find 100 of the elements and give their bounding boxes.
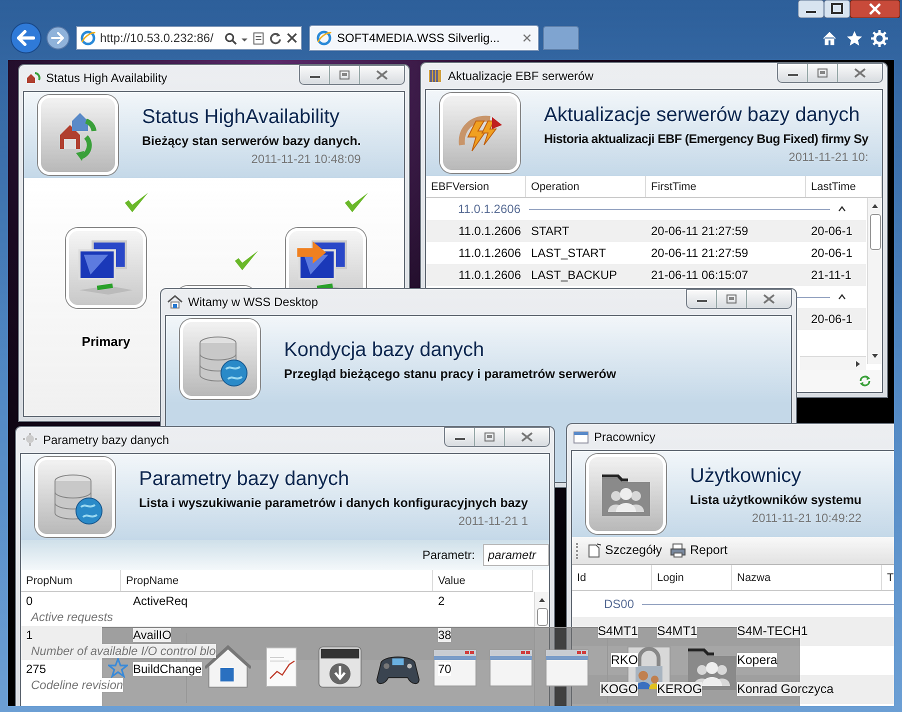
toolbar-button[interactable]: Szczegóły	[587, 541, 662, 560]
chevron-icon[interactable]	[838, 205, 846, 213]
table-cell: 0	[26, 594, 33, 608]
scrollbar[interactable]	[800, 356, 866, 370]
column-header[interactable]: FirstTime	[646, 176, 806, 197]
table-cell: 11.0.1.2606	[458, 224, 521, 238]
back-button[interactable]	[10, 22, 42, 54]
favorites-icon[interactable]	[846, 30, 863, 47]
scroll-thumb[interactable]	[870, 214, 880, 250]
node-label: Primary	[82, 333, 130, 351]
restore-button[interactable]	[824, 0, 850, 18]
download-box-icon[interactable]	[317, 644, 363, 690]
settings-icon[interactable]	[871, 30, 888, 47]
scroll-up-icon[interactable]	[871, 202, 879, 210]
refresh-icon[interactable]	[269, 32, 282, 44]
column-header[interactable]: Operation	[526, 176, 646, 197]
header-subtitle: Lista użytkowników systemu	[690, 492, 862, 509]
document-icon	[587, 543, 601, 558]
table-cell: 11.0.1.2606	[458, 246, 521, 260]
scroll-thumb[interactable]	[536, 608, 548, 626]
tab-title: SOFT4MEDIA.WSS Silverlig...	[337, 30, 500, 47]
header-title: Kondycja bazy danych	[284, 338, 486, 363]
column-header[interactable]: Id	[572, 565, 652, 590]
column-header[interactable]: PropNum	[21, 570, 121, 591]
column-header[interactable]: LastTime	[806, 176, 882, 197]
column-header[interactable]: EBFVersion	[426, 176, 526, 197]
minimize-button[interactable]	[798, 0, 824, 18]
table-cell: S4MT1	[598, 624, 638, 638]
window-title: Aktualizacje EBF serwerów	[448, 68, 594, 85]
window-title: Witamy w WSS Desktop	[188, 294, 318, 311]
header-timestamp: 2011-11-21 10:48:09	[251, 151, 361, 168]
table-cell: S4M-TECH1	[737, 624, 808, 638]
table-cell: KEROG	[657, 682, 702, 696]
table-cell: 20-06-1	[811, 312, 852, 326]
window-title: Pracownicy	[594, 429, 656, 446]
column-header[interactable]: PropName	[121, 570, 433, 591]
table-cell: 20-06-1	[811, 246, 852, 260]
header-title: Parametry bazy danych	[139, 467, 350, 492]
table-cell: 11.0.1.2606	[458, 268, 521, 282]
column-header[interactable]: T	[882, 565, 894, 590]
toolbar-button[interactable]: Report	[670, 541, 728, 560]
column-header[interactable]: Login	[652, 565, 732, 590]
header-title: Status HighAvailability	[142, 105, 341, 130]
table-cell: KOGO	[600, 682, 638, 696]
close-icon	[376, 70, 388, 80]
refresh-icon[interactable]	[858, 374, 872, 388]
header-subtitle: Przegląd bieżącego stanu pracy i parametrów serwerów	[284, 366, 616, 383]
close-button[interactable]	[850, 0, 900, 18]
stop-icon[interactable]	[286, 32, 298, 44]
table-cell: 38	[438, 628, 452, 642]
maximize-icon	[817, 68, 828, 78]
scroll-down-icon[interactable]	[871, 352, 879, 360]
scroll-up-icon[interactable]	[538, 596, 546, 604]
close-icon	[763, 294, 775, 304]
maximize-icon	[339, 70, 350, 80]
table-cell: 2	[438, 594, 445, 608]
filter-field[interactable]: parametr	[483, 544, 549, 566]
scroll-right-icon[interactable]	[854, 360, 862, 368]
search-icon[interactable]	[224, 32, 237, 44]
chevron-icon[interactable]	[838, 293, 846, 301]
forward-button[interactable]	[46, 26, 70, 50]
table-cell: BuildChange	[133, 662, 202, 676]
browser-logo-icon	[316, 30, 332, 46]
table-cell: ActiveReq	[133, 594, 188, 608]
window-title: Status High Availability	[46, 70, 168, 87]
header-subtitle: Historia aktualizacji EBF (Emergency Bug Fixed) firmy Sy	[544, 131, 868, 148]
table-cell: 20-06-1	[811, 224, 852, 238]
page-icon[interactable]	[252, 32, 265, 44]
home-icon[interactable]	[821, 30, 838, 47]
table-cell: S4MT1	[657, 624, 698, 638]
table-cell: 275	[26, 662, 46, 676]
browser-logo-icon	[80, 30, 96, 46]
table-cell: START	[531, 224, 570, 238]
row-description: Number of available I/O control blo	[31, 644, 216, 658]
row-description: Codeline revision	[31, 678, 124, 692]
scrollbar[interactable]	[867, 198, 882, 364]
table-cell: LAST_BACKUP	[531, 268, 618, 282]
printer-icon	[670, 543, 686, 558]
table-cell: 1	[26, 628, 33, 642]
table-cell: AvailIO	[133, 628, 172, 642]
table-cell: 21-06-11 06:15:07	[651, 268, 748, 282]
maximize-icon	[726, 294, 737, 304]
address-bar[interactable]: http://10.53.0.232:86/	[76, 26, 302, 50]
close-icon	[521, 432, 533, 442]
scrollbar[interactable]	[534, 592, 549, 706]
header-timestamp: 2011-11-21 10:	[788, 149, 868, 166]
column-header[interactable]: Value	[433, 570, 533, 591]
star-logo-icon[interactable]	[108, 658, 128, 678]
table-cell: 70	[438, 662, 452, 676]
browser-tab[interactable]: SOFT4MEDIA.WSS Silverlig...	[309, 25, 539, 51]
table-cell: Kopera	[737, 653, 778, 668]
header-subtitle: Bieżący stan serwerów bazy danych.	[142, 133, 361, 150]
table-cell: Konrad Gorczyca	[737, 682, 834, 696]
table-cell: 21-11-1	[811, 268, 852, 282]
header-title: Aktualizacje serwerów bazy danych	[544, 103, 861, 128]
close-icon	[854, 68, 866, 78]
row-description: Active requests	[31, 610, 114, 624]
close-icon[interactable]	[522, 33, 532, 43]
header-title: Użytkownicy	[690, 464, 802, 489]
column-header[interactable]: Nazwa	[732, 565, 882, 590]
